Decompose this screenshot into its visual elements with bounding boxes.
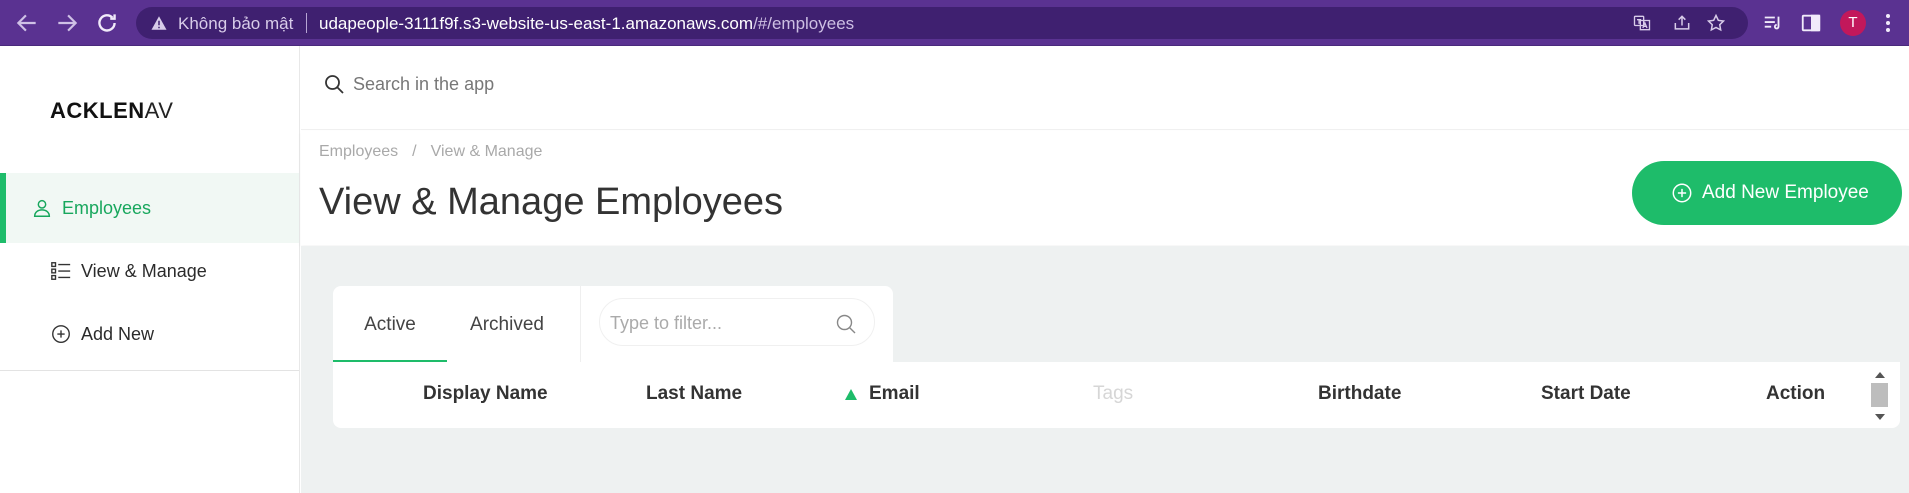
column-header-tags: Tags (1093, 383, 1134, 404)
search-icon (322, 72, 346, 96)
column-header-birthdate[interactable]: Birthdate (1318, 383, 1401, 405)
search-input[interactable] (353, 68, 1253, 100)
search-icon[interactable] (834, 312, 858, 336)
breadcrumb-item-employees[interactable]: Employees (319, 143, 398, 160)
plus-circle-icon (1671, 182, 1693, 204)
url-text[interactable]: udapeople-3111f9f.s3-website-us-east-1.a… (319, 14, 854, 34)
table-scrollbar[interactable] (1869, 362, 1891, 428)
address-divider (306, 13, 307, 33)
active-indicator (0, 173, 6, 243)
column-header-start-date[interactable]: Start Date (1541, 383, 1631, 405)
column-header-display-name[interactable]: Display Name (423, 383, 548, 405)
tab-label: Active (364, 314, 416, 335)
sidebar-item-view-manage[interactable]: View & Manage (0, 243, 299, 303)
column-header-action: Action (1766, 383, 1826, 404)
tabs-divider (580, 286, 581, 362)
sidepanel-icon[interactable] (1800, 12, 1822, 34)
tab-label: Archived (470, 314, 544, 335)
sort-ascending-icon (845, 389, 857, 400)
browser-toolbar: Không bảo mật udapeople-3111f9f.s3-websi… (0, 0, 1909, 46)
warning-icon (151, 16, 167, 30)
filter-box (599, 298, 875, 346)
page-title: View & Manage Employees (319, 181, 783, 223)
app-search-bar (301, 46, 1909, 130)
address-bar[interactable]: Không bảo mật udapeople-3111f9f.s3-websi… (136, 7, 1748, 39)
app-logo[interactable]: ACKLENAV (50, 98, 173, 124)
filter-input[interactable] (610, 310, 830, 336)
sidebar-item-label: Employees (62, 198, 152, 218)
sidebar: ACKLENAV Employees View & Manage Add New (0, 46, 300, 493)
sidebar-divider (0, 370, 299, 371)
back-icon[interactable] (14, 10, 40, 36)
page-header: Employees / View & Manage View & Manage Em… (301, 131, 1909, 245)
translate-icon[interactable] (1632, 13, 1652, 33)
reload-icon[interactable] (94, 10, 120, 36)
sidebar-item-employees[interactable]: Employees (0, 173, 299, 243)
sidebar-item-label: Add New (81, 324, 155, 344)
scroll-up-arrow[interactable] (1875, 372, 1885, 378)
main-content: Active Archived Display Name Last Name E… (301, 246, 1909, 493)
column-header-last-name[interactable]: Last Name (646, 383, 742, 405)
sidebar-item-add-new[interactable]: Add New (0, 306, 299, 366)
employees-table: Display Name Last Name Email Tags Birthd… (333, 362, 1900, 428)
add-new-employee-label: Add New Employee (1702, 182, 1869, 203)
add-new-employee-button[interactable]: Add New Employee (1632, 161, 1902, 225)
scrollbar-thumb[interactable] (1871, 383, 1888, 407)
tabs-card: Active Archived (333, 286, 893, 362)
breadcrumb-separator: / (412, 143, 417, 160)
tab-active[interactable]: Active (333, 286, 447, 362)
tab-archived[interactable]: Archived (447, 286, 567, 362)
breadcrumb: Employees / View & Manage (319, 143, 542, 161)
column-header-email[interactable]: Email (869, 383, 920, 405)
profile-avatar[interactable]: T (1840, 10, 1866, 36)
forward-icon[interactable] (54, 10, 80, 36)
user-icon (31, 197, 53, 219)
plus-circle-icon (50, 323, 72, 345)
star-icon[interactable] (1706, 13, 1726, 33)
scroll-down-arrow[interactable] (1875, 414, 1885, 420)
more-menu-icon[interactable] (1880, 11, 1896, 35)
media-icon[interactable] (1762, 12, 1784, 34)
security-label[interactable]: Không bảo mật (178, 14, 293, 34)
sidebar-item-label: View & Manage (81, 261, 207, 281)
breadcrumb-item-view-manage[interactable]: View & Manage (431, 143, 543, 160)
list-icon (50, 260, 72, 282)
share-icon[interactable] (1672, 13, 1692, 33)
